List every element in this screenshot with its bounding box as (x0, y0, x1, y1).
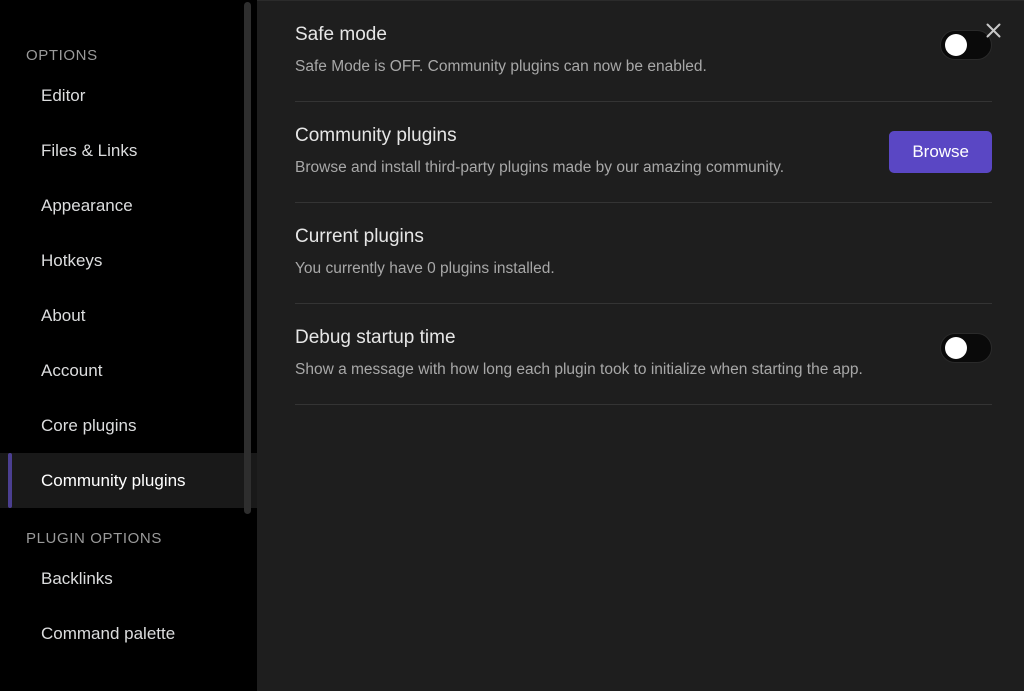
setting-row-community-plugins: Community plugins Browse and install thi… (295, 102, 992, 203)
setting-row-debug-startup-time: Debug startup time Show a message with h… (295, 304, 992, 405)
sidebar-list-plugin-options: Backlinks Command palette (0, 551, 257, 661)
browse-button[interactable]: Browse (889, 131, 992, 173)
sidebar-scroll-content: OPTIONS Editor Files & Links Appearance … (0, 0, 257, 661)
sidebar-scrollbar-thumb[interactable] (244, 2, 251, 514)
sidebar-item-label: Hotkeys (41, 251, 102, 271)
sidebar-item-label: Editor (41, 86, 85, 106)
close-icon[interactable] (976, 13, 1010, 47)
setting-control: Browse (889, 123, 992, 173)
setting-info: Debug startup time Show a message with h… (295, 325, 863, 384)
sidebar-section-gap (0, 508, 257, 527)
sidebar-section-header-options: OPTIONS (0, 44, 257, 68)
sidebar-item-label: Command palette (41, 624, 175, 644)
sidebar-item-label: Files & Links (41, 141, 137, 161)
sidebar-item-core-plugins[interactable]: Core plugins (0, 398, 257, 453)
sidebar-item-appearance[interactable]: Appearance (0, 178, 257, 233)
sidebar-item-files-and-links[interactable]: Files & Links (0, 123, 257, 178)
setting-control (940, 325, 992, 363)
setting-title: Community plugins (295, 123, 784, 149)
setting-description: Show a message with how long each plugin… (295, 355, 863, 384)
setting-description: Browse and install third-party plugins m… (295, 153, 784, 182)
sidebar-item-label: Core plugins (41, 416, 136, 436)
sidebar-item-command-palette[interactable]: Command palette (0, 606, 257, 661)
settings-list: Safe mode Safe Mode is OFF. Community pl… (257, 1, 1024, 405)
setting-title: Safe mode (295, 22, 707, 48)
sidebar-item-community-plugins[interactable]: Community plugins (0, 453, 257, 508)
settings-modal: ▣ \ OPTIONS Editor Files & Links Appeara… (0, 0, 1024, 691)
sidebar-item-backlinks[interactable]: Backlinks (0, 551, 257, 606)
debug-startup-time-toggle[interactable] (940, 333, 992, 363)
sidebar-item-label: Community plugins (41, 471, 186, 491)
setting-row-safe-mode: Safe mode Safe Mode is OFF. Community pl… (295, 1, 992, 102)
setting-info: Safe mode Safe Mode is OFF. Community pl… (295, 22, 707, 81)
setting-title: Debug startup time (295, 325, 863, 351)
settings-content: Safe mode Safe Mode is OFF. Community pl… (257, 0, 1024, 691)
toggle-knob (945, 337, 967, 359)
toggle-knob (945, 34, 967, 56)
setting-row-current-plugins: Current plugins You currently have 0 plu… (295, 203, 992, 304)
setting-info: Current plugins You currently have 0 plu… (295, 224, 555, 283)
sidebar-item-about[interactable]: About (0, 288, 257, 343)
sidebar-item-editor[interactable]: Editor (0, 68, 257, 123)
sidebar-scrollbar[interactable] (244, 0, 251, 691)
settings-sidebar: OPTIONS Editor Files & Links Appearance … (0, 0, 257, 691)
setting-description: Safe Mode is OFF. Community plugins can … (295, 52, 707, 81)
sidebar-item-label: About (41, 306, 85, 326)
sidebar-item-label: Appearance (41, 196, 133, 216)
setting-info: Community plugins Browse and install thi… (295, 123, 784, 182)
sidebar-item-hotkeys[interactable]: Hotkeys (0, 233, 257, 288)
setting-description: You currently have 0 plugins installed. (295, 254, 555, 283)
sidebar-item-account[interactable]: Account (0, 343, 257, 398)
sidebar-item-label: Account (41, 361, 102, 381)
sidebar-list-options: Editor Files & Links Appearance Hotkeys … (0, 68, 257, 508)
sidebar-item-label: Backlinks (41, 569, 113, 589)
sidebar-section-header-plugin-options: PLUGIN OPTIONS (0, 527, 257, 551)
setting-title: Current plugins (295, 224, 555, 250)
